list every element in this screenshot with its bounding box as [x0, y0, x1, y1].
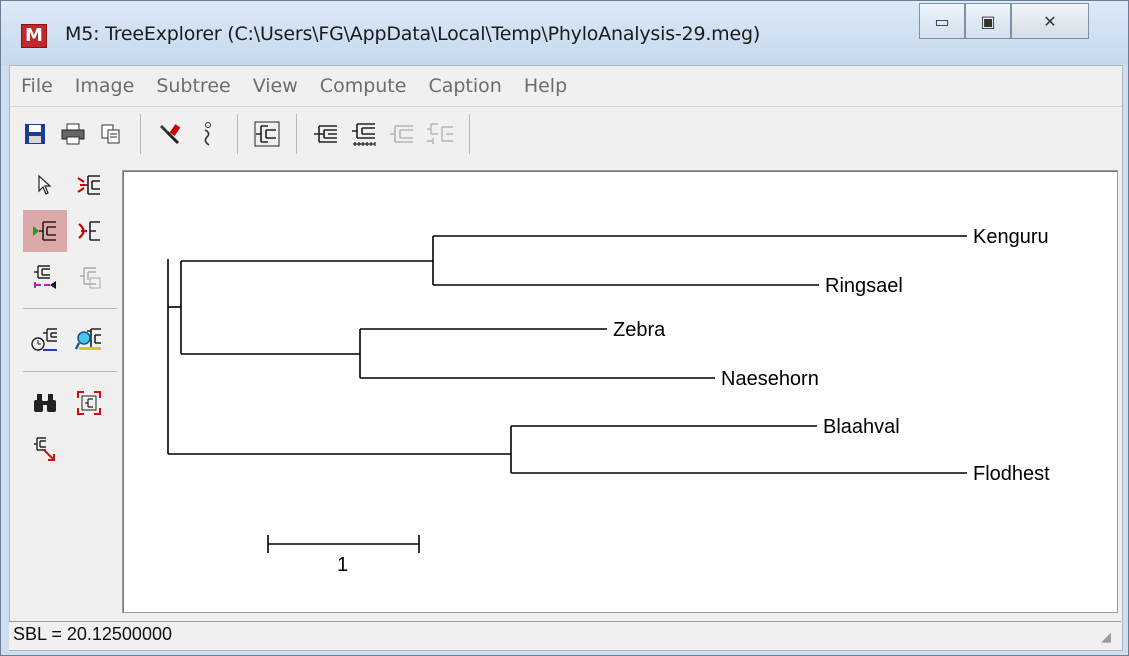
search-tree-button[interactable]: [67, 319, 111, 361]
save-icon: [25, 124, 45, 144]
phylogenetic-tree: Kenguru Ringsael Zebra Naesehorn Blaahva…: [167, 226, 1050, 576]
menu-subtree[interactable]: Subtree: [145, 75, 241, 97]
radiation-tree-button[interactable]: [424, 118, 456, 150]
taxon-label: Zebra: [613, 319, 666, 341]
minimize-button[interactable]: ▭: [919, 3, 965, 39]
maximize-icon: ▣: [980, 11, 996, 31]
minimize-icon: ▭: [934, 11, 950, 31]
swap-taxa-icon: [34, 265, 56, 289]
place-root-button[interactable]: [23, 210, 67, 252]
clock-tree-icon: [31, 328, 57, 351]
taxon-label: Ringsael: [825, 275, 903, 297]
menu-image[interactable]: Image: [64, 75, 146, 97]
tree-caption-disabled-icon: [427, 123, 453, 144]
tree-canvas[interactable]: Kenguru Ringsael Zebra Naesehorn Blaahva…: [122, 170, 1118, 613]
zoom-fit-button[interactable]: [67, 382, 111, 424]
info-button[interactable]: [192, 118, 224, 150]
menu-help[interactable]: Help: [513, 75, 578, 97]
client-area: File Image Subtree View Compute Caption …: [9, 65, 1123, 651]
flip-subtree-icon: [77, 175, 100, 195]
toolbar: [10, 107, 1122, 161]
menu-bar: File Image Subtree View Compute Caption …: [10, 66, 1122, 107]
scale-bar-label: 1: [337, 554, 348, 576]
copy-icon: [101, 124, 120, 144]
save-button[interactable]: [19, 118, 51, 150]
options-button[interactable]: [154, 118, 186, 150]
tree-disabled-icon: [390, 125, 413, 143]
tree-scale-icon: [352, 123, 376, 146]
app-icon[interactable]: M: [21, 24, 47, 48]
menu-compute[interactable]: Compute: [309, 75, 418, 97]
toolbar-separator: [140, 114, 141, 154]
tool-palette: [23, 162, 121, 602]
resize-tree-icon: [34, 437, 55, 461]
palette-separator: [23, 371, 117, 372]
resize-grip-icon[interactable]: ◢: [1101, 630, 1117, 646]
compress-subtree-icon: [78, 221, 100, 241]
close-icon: ✕: [1043, 11, 1057, 31]
options-icon: [160, 124, 181, 145]
menu-view[interactable]: View: [242, 75, 309, 97]
title-bar[interactable]: M M5: TreeExplorer (C:\Users\FG\AppData\…: [1, 1, 1128, 65]
print-icon: [61, 123, 85, 145]
window-title: M5: TreeExplorer (C:\Users\FG\AppData\Lo…: [65, 23, 761, 45]
tree-scale-button[interactable]: [348, 118, 380, 150]
status-bar: SBL = 20.12500000 ◢: [9, 621, 1121, 650]
magnify-tree-icon: [75, 328, 101, 350]
taxon-label: Blaahval: [823, 416, 900, 438]
pointer-tool-button[interactable]: [23, 164, 67, 206]
info-icon: [204, 122, 211, 146]
compress-subtree-button[interactable]: [67, 210, 111, 252]
menu-file[interactable]: File: [10, 75, 64, 97]
root-tree-icon: [33, 221, 56, 241]
menu-caption[interactable]: Caption: [417, 75, 512, 97]
circle-tree-button[interactable]: [386, 118, 418, 150]
binoculars-icon: [34, 394, 56, 412]
resize-tree-button[interactable]: [23, 428, 67, 470]
caption-buttons: ▭ ▣ ✕: [919, 3, 1089, 39]
print-button[interactable]: [57, 118, 89, 150]
topology-icon: [254, 121, 280, 147]
taxon-label: Naesehorn: [721, 368, 819, 390]
subtree-drawing-button[interactable]: [67, 256, 111, 298]
flip-subtree-button[interactable]: [67, 164, 111, 206]
subtree-drawing-disabled-icon: [80, 267, 101, 289]
tree-icon: [314, 125, 337, 143]
toolbar-separator: [296, 114, 297, 154]
taxon-label: Kenguru: [973, 226, 1049, 248]
copy-button[interactable]: [95, 118, 127, 150]
timer-tree-button[interactable]: [23, 319, 67, 361]
main-window: M M5: TreeExplorer (C:\Users\FG\AppData\…: [0, 0, 1129, 656]
pointer-arrow-icon: [38, 174, 52, 195]
taxon-label: Flodhest: [973, 463, 1050, 485]
maximize-button[interactable]: ▣: [965, 3, 1011, 39]
toolbar-separator: [469, 114, 470, 154]
status-sbl: SBL = 20.12500000: [13, 624, 172, 644]
find-button[interactable]: [23, 382, 67, 424]
topology-button[interactable]: [251, 118, 283, 150]
swap-taxa-button[interactable]: [23, 256, 67, 298]
close-button[interactable]: ✕: [1011, 3, 1089, 39]
toolbar-separator: [237, 114, 238, 154]
scale-bar: [267, 535, 420, 553]
rectangular-tree-button[interactable]: [310, 118, 342, 150]
palette-separator: [23, 308, 117, 309]
fit-window-icon: [77, 391, 101, 415]
